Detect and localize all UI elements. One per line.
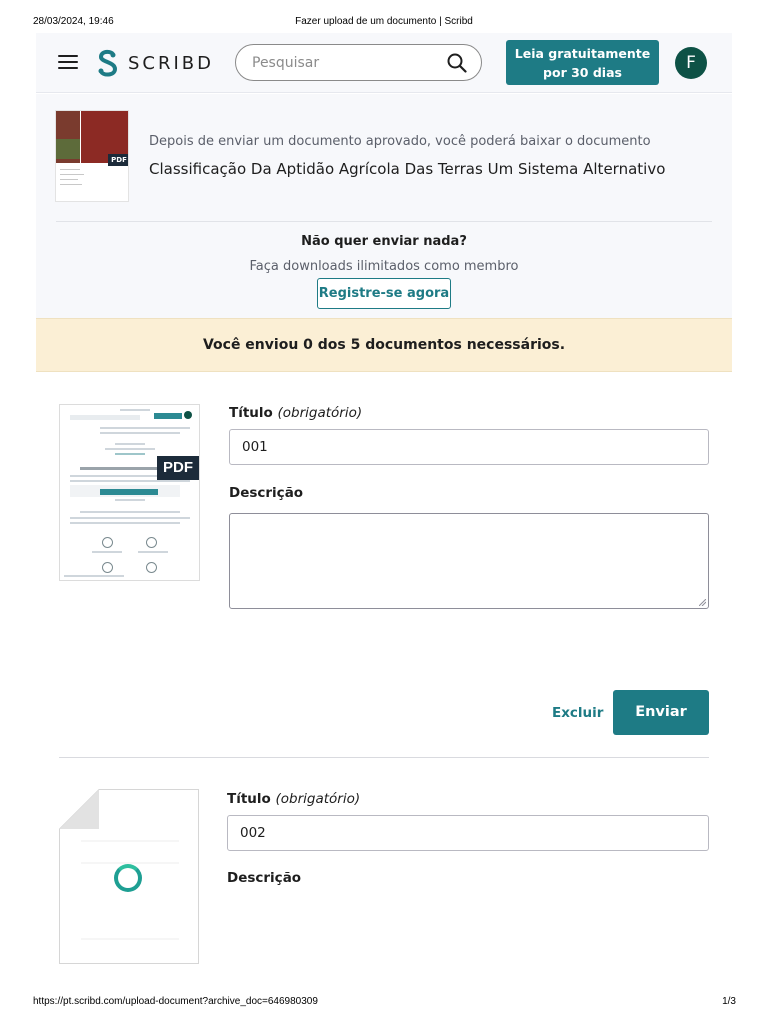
submit-button[interactable]: Enviar [613, 690, 709, 735]
free-trial-line2: por 30 dias [543, 65, 622, 80]
description-label: Descrição [227, 870, 302, 886]
resize-grip-icon[interactable] [699, 599, 706, 606]
print-url: https://pt.scribd.com/upload-document?ar… [33, 996, 318, 1007]
divider [59, 757, 709, 758]
free-trial-line1: Leia gratuitamente [514, 46, 651, 61]
title-label: Título (obrigatório) [227, 791, 360, 807]
title-input[interactable]: 002 [227, 815, 709, 851]
avatar[interactable]: F [675, 47, 707, 79]
search-placeholder: Pesquisar [252, 55, 320, 71]
title-label-text: Título [229, 405, 273, 421]
free-trial-button[interactable]: Leia gratuitamente por 30 dias [506, 40, 659, 85]
menu-icon[interactable] [58, 55, 78, 71]
print-page-number: 1/3 [722, 996, 736, 1007]
title-input[interactable]: 001 [229, 429, 709, 465]
register-button[interactable]: Registre-se agora [317, 278, 451, 309]
upload-progress-alert: Você enviou 0 dos 5 documentos necessári… [36, 318, 732, 372]
document-title: Classificação Da Aptidão Agrícola Das Te… [149, 160, 666, 178]
title-label-text: Título [227, 791, 271, 807]
logo-text: SCRIBD [128, 52, 215, 74]
download-info-panel: PDF Depois de enviar um documento aprova… [36, 94, 732, 318]
search-input[interactable]: Pesquisar [235, 44, 482, 81]
download-info-subtitle: Depois de enviar um documento aprovado, … [149, 134, 651, 149]
site-header: SCRIBD Pesquisar Leia gratuitamente por … [36, 33, 732, 93]
search-icon[interactable] [447, 53, 467, 73]
description-label: Descrição [229, 485, 304, 501]
loading-spinner-icon [114, 864, 142, 892]
required-note: (obrigatório) [275, 791, 361, 807]
required-note: (obrigatório) [277, 405, 363, 421]
divider [56, 221, 712, 222]
uploaded-document-thumbnail [59, 404, 200, 581]
scribd-logo[interactable]: SCRIBD [96, 49, 214, 77]
unlimited-downloads-text: Faça downloads ilimitados como membro [249, 259, 519, 274]
pdf-badge: PDF [157, 456, 199, 480]
description-textarea[interactable] [229, 513, 709, 609]
print-header: 28/03/2024, 19:46 Fazer upload de um doc… [0, 16, 768, 30]
no-send-heading: Não quer enviar nada? [301, 234, 467, 249]
document-thumbnail: PDF [55, 110, 129, 202]
title-label: Título (obrigatório) [229, 405, 362, 421]
print-page-title: Fazer upload de um documento | Scribd [295, 16, 473, 27]
pdf-badge: PDF [108, 154, 128, 166]
scribd-logo-icon [98, 49, 118, 77]
delete-button[interactable]: Excluir [552, 705, 603, 721]
